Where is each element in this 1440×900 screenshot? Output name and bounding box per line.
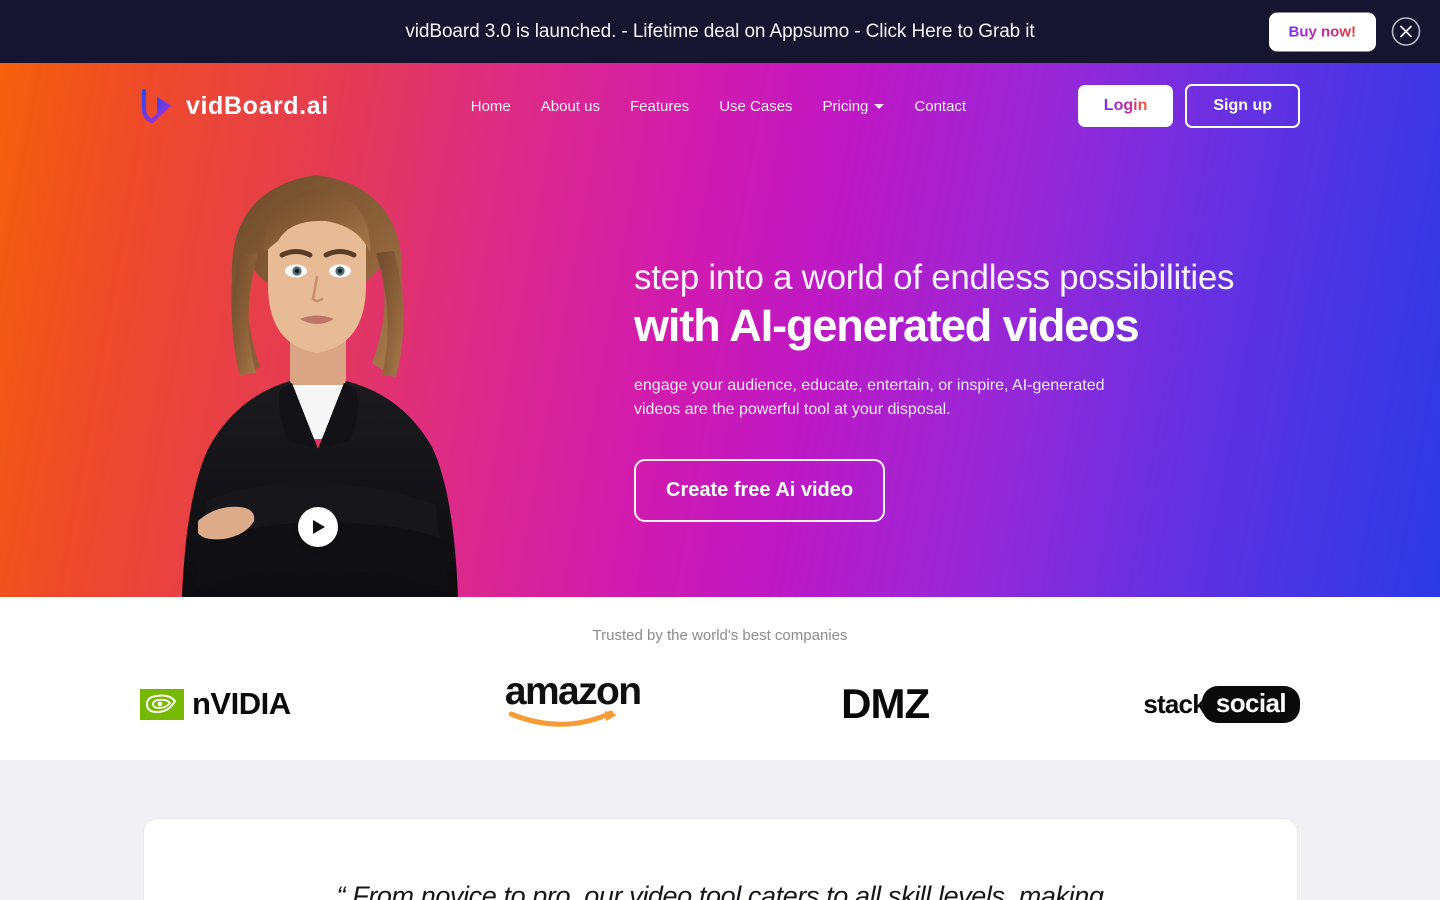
nav-item-home[interactable]: Home — [471, 98, 511, 115]
chevron-down-icon — [874, 103, 885, 109]
trusted-by-title: Trusted by the world's best companies — [592, 627, 848, 644]
hero-body: step into a world of endless possibiliti… — [0, 149, 1440, 597]
nav-item-use-cases-label: Use Cases — [719, 97, 793, 115]
signup-button[interactable]: Sign up — [1185, 84, 1300, 128]
buy-now-label: Buy now! — [1288, 23, 1357, 40]
play-icon — [313, 520, 325, 534]
logo-nvidia: nVIDIA — [140, 686, 291, 722]
nvidia-eye-glyph — [145, 694, 177, 714]
nav-item-contact-label: Contact — [914, 97, 967, 115]
dmz-wordmark: DMZ — [841, 680, 930, 727]
testimonial-section: “ From novice to pro, our video tool cat… — [0, 760, 1440, 900]
nvidia-eye-icon — [140, 688, 184, 720]
hero-subtext: engage your audience, educate, entertain… — [634, 376, 1105, 419]
logo-stacksocial: stack social — [1143, 685, 1300, 723]
close-announcement-button[interactable] — [1390, 16, 1422, 48]
nav-item-pricing-label: Pricing — [822, 97, 869, 115]
nav-item-home-label: Home — [470, 97, 511, 115]
nav-item-pricing[interactable]: Pricing — [823, 98, 885, 115]
brand-name: vidBoard.ai — [186, 91, 329, 120]
nav-item-about-us-label: About us — [540, 97, 600, 115]
nav-links: Home About us Features Use Cases Pricing… — [471, 98, 966, 115]
hero-headline-light: step into a world of endless possibiliti… — [634, 258, 1235, 297]
hero-copy: step into a world of endless possibiliti… — [634, 257, 1274, 523]
nvidia-wordmark: nVIDIA — [192, 686, 291, 721]
stacksocial-word-stack: stack — [1143, 688, 1206, 719]
testimonial-quote: “ From novice to pro, our video tool cat… — [336, 881, 1104, 900]
close-icon — [1391, 17, 1421, 46]
nav-item-use-cases[interactable]: Use Cases — [719, 98, 792, 115]
trusted-by-section: Trusted by the world's best companies nV… — [0, 597, 1440, 760]
hero-section: vidBoard.ai Home About us Features Use C… — [0, 63, 1440, 597]
vidboard-logo-icon — [141, 88, 172, 124]
stacksocial-word-social: social — [1201, 685, 1300, 723]
hero-headline-bold: with AI-generated videos — [634, 300, 1140, 352]
buy-now-button[interactable]: Buy now! — [1268, 12, 1376, 51]
announcement-actions: Buy now! — [1268, 12, 1423, 51]
play-video-button[interactable] — [297, 507, 338, 547]
amazon-smile-icon — [508, 710, 617, 727]
amazon-wordmark: amazon — [504, 670, 642, 713]
testimonial-card: “ From novice to pro, our video tool cat… — [142, 818, 1298, 900]
nav-item-contact[interactable]: Contact — [914, 98, 966, 115]
nav-item-features-label: Features — [629, 97, 690, 115]
company-logo-row: nVIDIA amazon DMZ stack social — [0, 672, 1440, 736]
hero-video-figure[interactable] — [140, 149, 495, 597]
nav-item-features[interactable]: Features — [630, 98, 689, 115]
logo-amazon: amazon — [504, 670, 642, 736]
announcement-bar: vidBoard 3.0 is launched. - Lifetime dea… — [0, 0, 1440, 63]
nav-actions: Login Sign up — [1077, 84, 1300, 128]
nav-item-about-us[interactable]: About us — [541, 98, 600, 115]
main-navigation: vidBoard.ai Home About us Features Use C… — [0, 63, 1440, 149]
logo-dmz: DMZ — [841, 680, 930, 728]
create-free-ai-video-button[interactable]: Create free Ai video — [634, 459, 886, 523]
brand-logo[interactable]: vidBoard.ai — [140, 87, 329, 125]
announcement-message: vidBoard 3.0 is launched. - Lifetime dea… — [405, 20, 1035, 42]
login-label: Login — [1103, 97, 1148, 114]
login-button[interactable]: Login — [1077, 85, 1174, 127]
